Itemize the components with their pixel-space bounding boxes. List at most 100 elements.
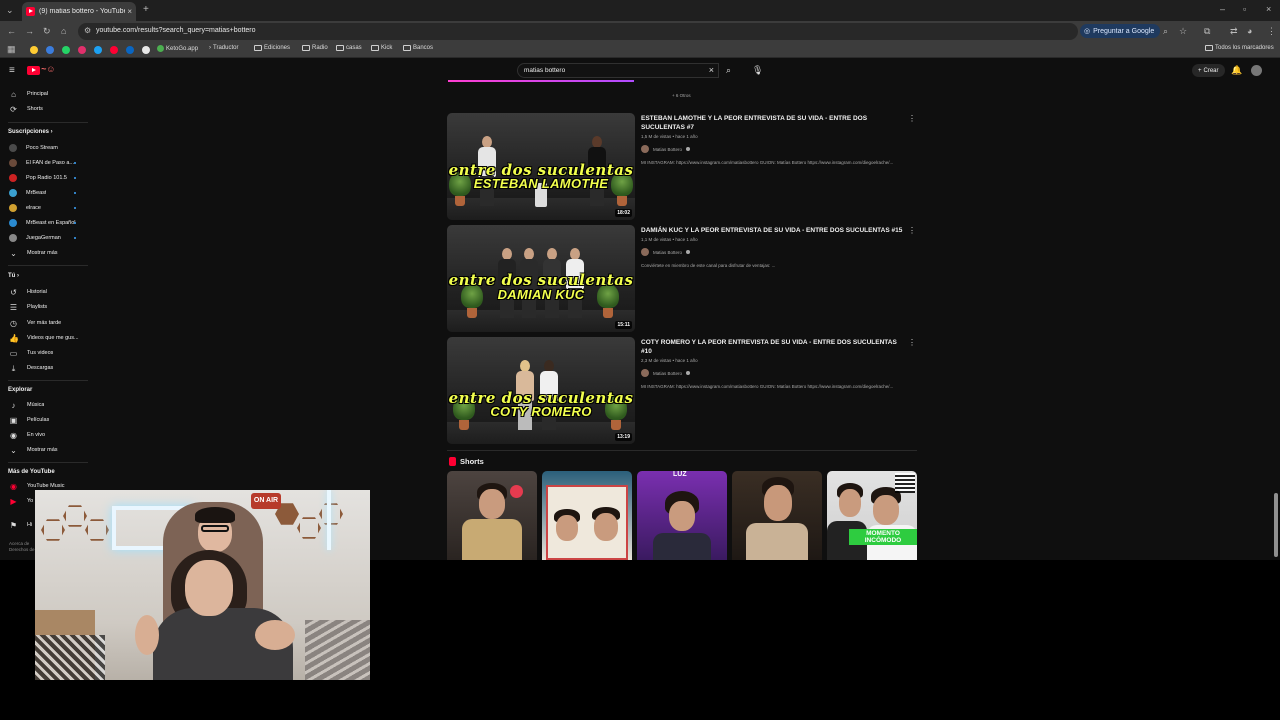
subscription-item[interactable]: MrBeast en Español [9,217,89,229]
bookmark-star-icon[interactable]: ☆ [1179,27,1187,36]
account-avatar[interactable] [1251,65,1262,76]
video-title[interactable]: ESTEBAN LAMOTHE Y LA PEOR ENTREVISTA DE … [641,114,907,132]
short-item[interactable] [447,471,537,560]
extensions-icon[interactable]: ⧉ [1204,27,1210,36]
search-icon[interactable]: ⌕ [726,66,731,75]
sidebar-item-principal[interactable]: ⌂ Principal [9,88,89,100]
channel-row[interactable]: Matias Bottero [641,145,907,153]
more-actions-icon[interactable]: ⋮ [908,114,916,123]
minimize-icon[interactable]: – [1220,5,1225,14]
bookmark-radio[interactable]: Radio [302,45,328,51]
video-thumbnail[interactable]: entre dos suculentas ESTEBAN LAMOTHE 18:… [447,113,635,220]
bookmark-kick[interactable]: Kick [371,45,392,51]
youtube-logo-icon[interactable] [27,66,40,75]
ask-google-button[interactable]: ◎ Preguntar a Google [1080,24,1161,38]
microphone-icon[interactable]: 🎙 [752,66,763,75]
video-title[interactable]: DAMIÁN KUC Y LA PEOR ENTREVISTA DE SU VI… [641,226,907,235]
linkedin-icon[interactable] [126,46,134,54]
close-window-icon[interactable]: × [1266,5,1271,14]
reload-icon[interactable]: ↻ [43,27,51,36]
ketogo-icon [157,45,164,52]
bookmark-icon[interactable] [30,46,38,54]
subscriptions-header[interactable]: Suscripciones › [8,129,53,135]
maximize-icon[interactable]: ▫ [1243,5,1246,14]
instagram-icon[interactable] [78,46,86,54]
hamburger-menu-icon[interactable]: ≡ [9,66,15,76]
bookmark-bancos[interactable]: Bancos [403,45,433,51]
apps-icon[interactable]: ▦ [7,45,16,54]
channel-name[interactable]: Matias Bottero [653,147,682,152]
more-actions-icon[interactable]: ⋮ [908,338,916,347]
sidebar-item-history[interactable]: ↺ Historial [9,286,89,298]
short-item[interactable]: LUZ [637,471,727,560]
channel-avatar[interactable] [641,248,649,256]
address-bar[interactable]: ⚙ youtube.com/results?search_query=matia… [78,23,1078,40]
video-result[interactable]: entre dos suculentas COTY ROMERO 13:19 C… [447,337,917,444]
sidebar-item-movies[interactable]: ▣ Películas [9,414,89,426]
subscription-item[interactable]: Poco Stream [9,142,89,154]
sidebar-item-live[interactable]: ◉ En vivo [9,429,89,441]
channel-row[interactable]: Matias Bottero [641,369,907,377]
tab-search-icon[interactable]: ⌄ [6,6,14,15]
sidebar-item-downloads[interactable]: ⤓ Descargas [9,362,89,374]
twitter-icon[interactable] [94,46,102,54]
page-scrollbar[interactable] [1274,493,1278,557]
short-item[interactable]: MOMENTO INCÓMODO [827,471,917,560]
youtube-bookmark-icon[interactable] [110,46,118,54]
you-header[interactable]: Tú › [8,273,19,279]
striped-sleeve-graphic [305,620,370,680]
tab-youtube[interactable]: (9) matias bottero - YouTube × [22,2,136,21]
youtube-doodle-logo[interactable]: ~☺ [41,64,55,74]
short-item[interactable] [542,471,632,560]
back-icon[interactable]: ← [7,27,16,36]
close-tab-icon[interactable]: × [127,7,132,16]
bookmark-traductor[interactable]: › Traductor [209,45,238,51]
notifications-bell-icon[interactable]: 🔔 [1231,66,1242,75]
sidebar-item-music[interactable]: ♪ Música [9,399,89,411]
all-bookmarks[interactable]: Todos los marcadores [1205,45,1274,51]
short-item[interactable] [732,471,822,560]
bookmark-ketogo[interactable]: KetoGo.app [157,45,198,52]
video-result[interactable]: entre dos suculentas ESTEBAN LAMOTHE 18:… [447,113,917,220]
new-tab-icon[interactable]: + [143,5,149,15]
bookmark-icon[interactable] [142,46,150,54]
subscription-item[interactable]: elrace [9,202,89,214]
home-button-icon[interactable]: ⌂ [61,27,66,36]
sidebar-item-shorts[interactable]: ⟳ Shorts [9,103,89,115]
bookmark-icon[interactable] [46,46,54,54]
channel-avatar[interactable] [641,369,649,377]
channel-row[interactable]: Matias Bottero [641,248,907,256]
zoom-icon[interactable]: ⌕ [1163,27,1168,36]
create-button[interactable]: + Crear [1192,64,1225,77]
video-title[interactable]: COTY ROMERO Y LA PEOR ENTREVISTA DE SU V… [641,338,907,356]
channel-name[interactable]: Matias Bottero [653,250,682,255]
forward-icon[interactable]: → [25,27,34,36]
more-results-line[interactable]: + 6 Otros [672,93,691,98]
channel-avatar[interactable] [641,145,649,153]
show-more-explore[interactable]: ⌄ Mostrar más [9,444,89,456]
whatsapp-icon[interactable] [62,46,70,54]
sidebar-item-liked[interactable]: 👍 Videos que me gus... [9,332,89,344]
profile-switch-icon[interactable]: ⇄ [1230,27,1238,36]
subscription-item[interactable]: JuegaGerman [9,232,89,244]
bookmark-ediciones[interactable]: Ediciones [254,45,290,51]
browser-menu-icon[interactable]: ⋮ [1267,27,1276,36]
subscription-item[interactable]: El FAN de Paso a... [9,157,89,169]
video-thumbnail[interactable]: entre dos suculentas DAMIAN KUC 15:11 [447,225,635,332]
clear-search-icon[interactable]: × [709,65,714,75]
show-more-subscriptions[interactable]: ⌄ Mostrar más [9,247,89,259]
subscription-item[interactable]: Pop Radio 101.5 [9,172,89,184]
sidebar-item-playlists[interactable]: ☰ Playlists [9,301,89,313]
site-info-icon[interactable]: ⚙ [84,26,91,35]
more-actions-icon[interactable]: ⋮ [908,226,916,235]
video-result[interactable]: entre dos suculentas DAMIAN KUC 15:11 DA… [447,225,917,332]
video-thumbnail[interactable]: entre dos suculentas COTY ROMERO 13:19 [447,337,635,444]
channel-name[interactable]: Matias Bottero [653,371,682,376]
sidebar-item-watch-later[interactable]: ◷ Ver más tarde [9,317,89,329]
search-input[interactable]: matias bottero [524,67,565,74]
subscription-item[interactable]: MrBeast [9,187,89,199]
profile-icon[interactable]: ◕ [1247,27,1252,36]
sidebar-item-your-videos[interactable]: ▭ Tus videos [9,347,89,359]
search-box[interactable]: matias bottero × [517,63,719,78]
bookmark-casas[interactable]: casas [336,45,362,51]
